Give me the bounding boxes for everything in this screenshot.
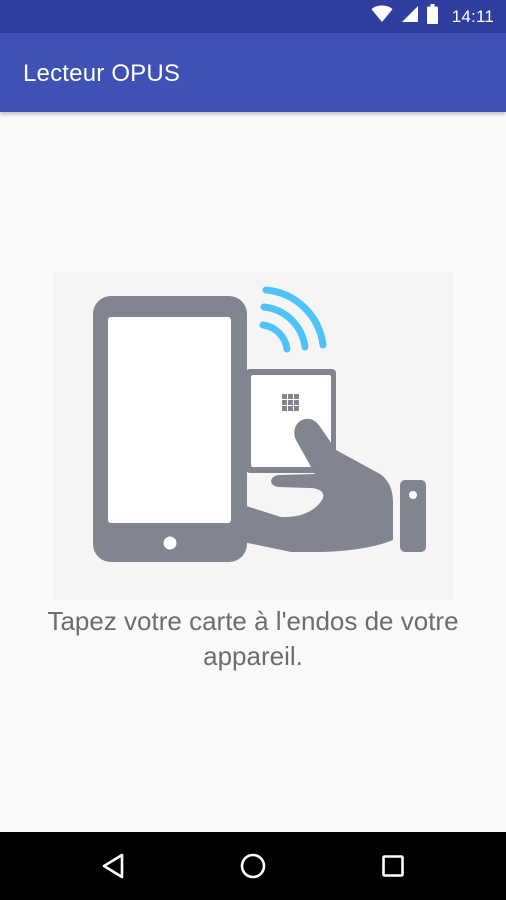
recents-button[interactable]	[373, 846, 413, 886]
battery-icon	[426, 4, 438, 29]
status-time: 14:11	[451, 6, 494, 26]
status-icons: 14:11	[371, 0, 494, 33]
instruction-text: Tapez votre carte à l'endos de votre app…	[47, 606, 459, 671]
app-bar: Lecteur OPUS	[0, 33, 506, 112]
card-chip-icon	[282, 394, 299, 411]
home-icon	[240, 853, 266, 879]
back-icon	[102, 853, 124, 879]
status-bar: 14:11	[0, 0, 506, 33]
navigation-bar	[0, 832, 506, 900]
phone-card-tap-illustration	[53, 272, 453, 600]
wifi-icon	[371, 5, 393, 28]
home-button[interactable]	[233, 846, 273, 886]
screen: 14:11 Lecteur OPUS Tapez votre carte à l…	[0, 0, 506, 900]
signal-icon	[401, 5, 419, 28]
back-button[interactable]	[93, 846, 133, 886]
app-title: Lecteur OPUS	[23, 60, 181, 87]
phone-icon	[93, 296, 247, 562]
recents-icon	[382, 855, 404, 877]
